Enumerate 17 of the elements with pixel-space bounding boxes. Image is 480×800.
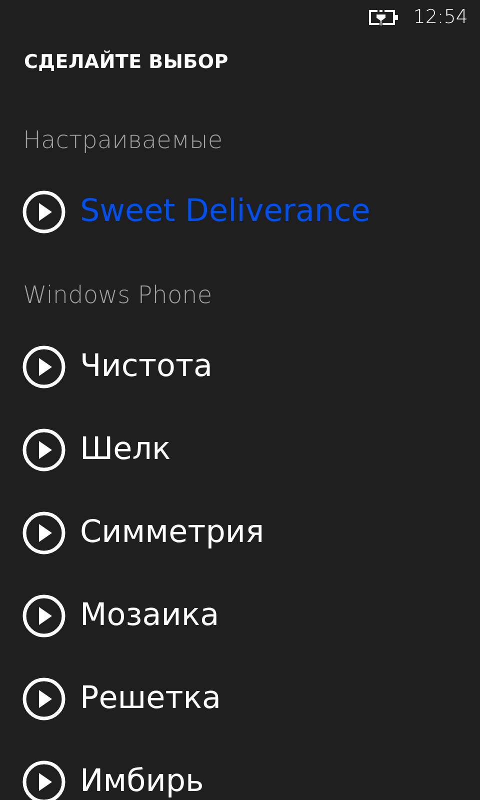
play-icon [22, 676, 66, 720]
play-icon [22, 190, 66, 234]
play-icon [22, 428, 66, 472]
theme-item[interactable]: Решетка [0, 657, 480, 740]
play-icon [22, 594, 66, 638]
theme-item[interactable]: Симметрия [0, 491, 480, 574]
page-title: СДЕЛАЙТЕ ВЫБОР [23, 49, 230, 75]
theme-item[interactable]: Чистота [0, 325, 480, 408]
play-icon [22, 344, 66, 388]
theme-item[interactable]: Шелк [0, 408, 480, 491]
theme-item[interactable]: Имбирь [0, 740, 480, 800]
play-icon [22, 510, 66, 554]
play-icon [22, 760, 66, 800]
theme-item[interactable]: Мозаика [0, 574, 480, 657]
group-header: Настраиваемые [22, 125, 224, 156]
group-header: Windows Phone [22, 280, 214, 311]
clock: 12:54 [413, 4, 468, 30]
